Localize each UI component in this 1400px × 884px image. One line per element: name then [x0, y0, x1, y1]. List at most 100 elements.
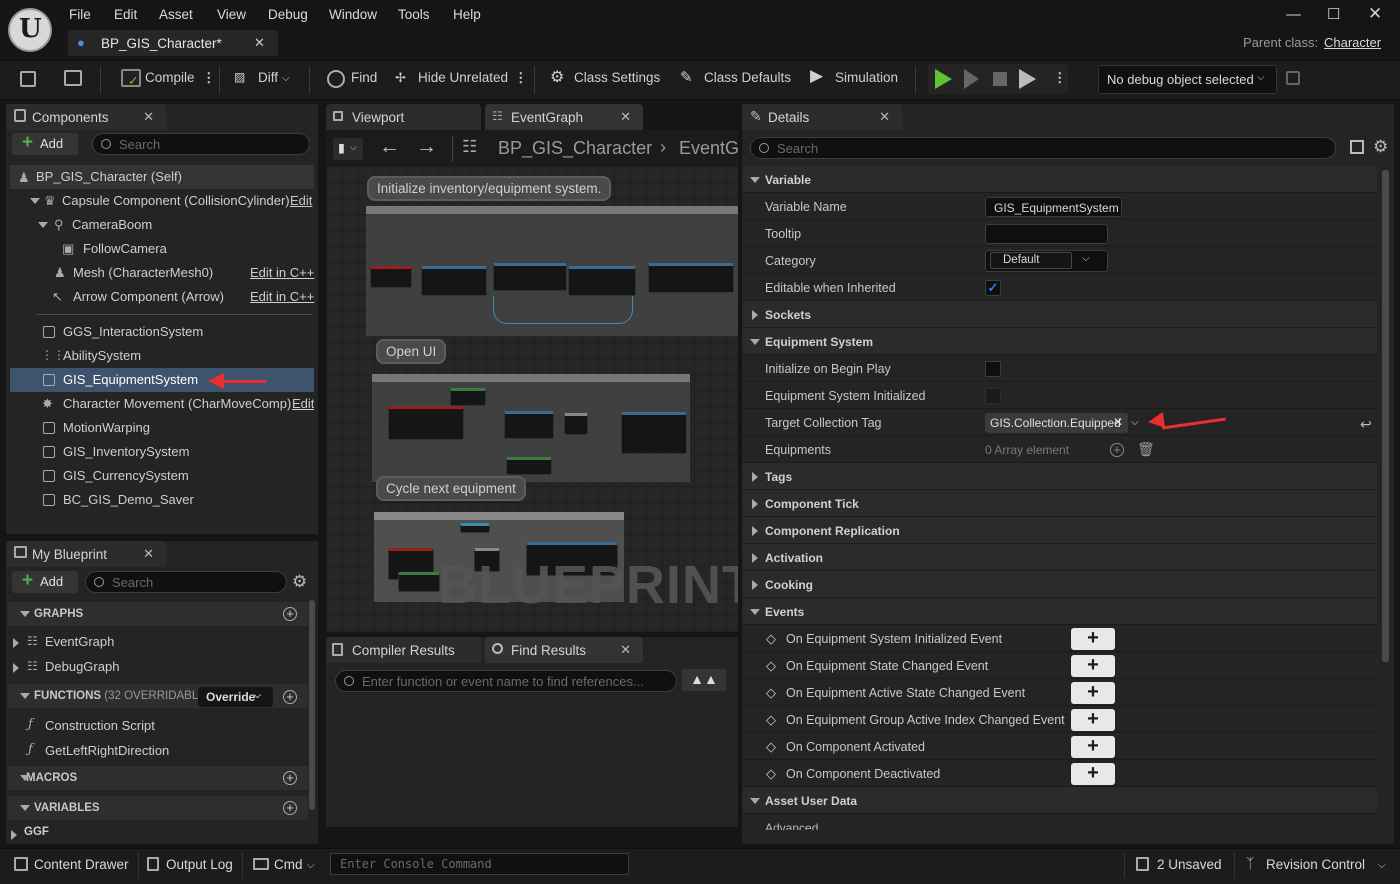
cooking-section[interactable]: Cooking — [743, 571, 1377, 598]
more-options-icon[interactable]: ⋮ — [514, 70, 528, 86]
unreal-logo-icon[interactable]: U — [8, 8, 52, 52]
events-section[interactable]: Events — [743, 598, 1377, 625]
close-tab-icon[interactable]: ✕ — [254, 35, 265, 51]
menu-asset[interactable]: Asset — [159, 7, 193, 22]
diff-button[interactable]: Diff — [258, 70, 278, 85]
add-event-button[interactable]: + — [1071, 736, 1115, 758]
tree-item-mesh[interactable]: ♟ Mesh (CharacterMesh0) Edit in C++ — [10, 261, 314, 285]
content-drawer-button[interactable]: Content Drawer — [34, 857, 129, 872]
chevron-down-icon[interactable]: ⌵ — [307, 860, 315, 871]
chevron-down-icon[interactable]: ⌵ — [1131, 417, 1139, 428]
menu-help[interactable]: Help — [453, 7, 481, 22]
document-tab[interactable]: ● BP_GIS_Character* ✕ — [68, 30, 278, 56]
unsaved-button[interactable]: 2 Unsaved — [1157, 857, 1222, 872]
chevron-down-icon[interactable]: ⌵ — [282, 73, 290, 84]
find-results-tab[interactable]: Find Results ✕ — [485, 637, 643, 663]
menu-tools[interactable]: Tools — [398, 7, 430, 22]
variables-section[interactable]: VARIABLES — [8, 796, 308, 820]
gameplay-tag-chip[interactable]: GIS.Collection.Equipped ✕ — [985, 413, 1128, 433]
add-event-button[interactable]: + — [1071, 628, 1115, 650]
simulation-button[interactable]: Simulation — [835, 70, 898, 85]
class-defaults-button[interactable]: Class Defaults — [704, 70, 791, 85]
tree-item-ability[interactable]: ⋮⋮ AbilitySystem — [10, 344, 314, 368]
init-begin-play-checkbox[interactable] — [985, 361, 1001, 377]
graph-node[interactable] — [504, 411, 554, 439]
add-event-button[interactable]: + — [1071, 682, 1115, 704]
add-graph-icon[interactable]: + — [283, 607, 297, 621]
function-item-getleftright[interactable]: ƒ GetLeftRightDirection — [8, 739, 308, 763]
reset-default-icon[interactable]: ↩ — [1360, 416, 1372, 433]
chevron-down-icon[interactable]: ⌵ — [1378, 860, 1386, 871]
menu-window[interactable]: Window — [329, 7, 377, 22]
trash-icon[interactable]: 🗑 — [1137, 441, 1155, 458]
close-icon[interactable]: ✕ — [143, 546, 154, 562]
tree-item-demo-saver[interactable]: BC_GIS_Demo_Saver — [10, 488, 314, 512]
components-tab[interactable]: Components ✕ — [6, 104, 166, 130]
graph-canvas[interactable]: BLUEPRINT — [326, 166, 738, 632]
compiler-results-tab[interactable]: Compiler Results — [326, 637, 481, 663]
function-item-construction[interactable]: ƒ Construction Script — [8, 714, 308, 738]
tags-section[interactable]: Tags — [743, 463, 1377, 490]
graph-node[interactable] — [370, 266, 412, 288]
edit-in-cpp-link[interactable]: Edit in C++ — [250, 289, 314, 304]
add-member-button[interactable]: Add — [12, 570, 78, 593]
category-combo[interactable]: Default ⌵ — [985, 250, 1108, 272]
graph-node[interactable] — [648, 263, 734, 293]
close-window-icon[interactable]: ✕ — [1368, 4, 1382, 24]
tree-item-ggs-interaction[interactable]: GGS_InteractionSystem — [10, 320, 314, 344]
back-arrow-icon[interactable]: ← — [379, 135, 400, 159]
play-icon[interactable] — [935, 69, 952, 89]
save-icon[interactable] — [20, 71, 36, 87]
tree-item-cameraboom[interactable]: ⚲ CameraBoom — [10, 213, 314, 237]
graph-node[interactable] — [450, 388, 486, 406]
table-view-icon[interactable] — [1350, 140, 1364, 154]
tree-item-gis-inventory[interactable]: GIS_InventorySystem — [10, 440, 314, 464]
variable-category-ggf[interactable]: GGF — [8, 822, 308, 846]
graph-item-debuggraph[interactable]: ☷ DebugGraph — [8, 655, 308, 679]
component-tick-section[interactable]: Component Tick — [743, 490, 1377, 517]
close-icon[interactable]: ✕ — [879, 109, 890, 125]
tree-item-char-movement[interactable]: ✸ Character Movement (CharMoveComp) Edit — [10, 392, 314, 416]
cmd-button[interactable]: Cmd — [274, 857, 303, 872]
graph-item-eventgraph[interactable]: ☷ EventGraph — [8, 630, 308, 654]
macros-section[interactable]: MACROS — [8, 766, 308, 790]
menu-edit[interactable]: Edit — [114, 7, 137, 22]
add-variable-icon[interactable]: + — [283, 801, 297, 815]
eject-icon[interactable] — [1019, 69, 1036, 89]
variable-name-input[interactable]: GIS_EquipmentSystem — [985, 197, 1122, 217]
components-search-input[interactable]: Search — [92, 133, 310, 155]
output-log-button[interactable]: Output Log — [166, 857, 233, 872]
my-blueprint-scrollbar[interactable] — [309, 600, 315, 810]
class-settings-button[interactable]: Class Settings — [574, 70, 660, 85]
forward-arrow-icon[interactable]: → — [416, 135, 437, 159]
graph-node[interactable] — [460, 523, 490, 533]
override-dropdown[interactable]: Override ⌵ — [198, 687, 273, 707]
graph-node[interactable] — [421, 266, 487, 296]
tree-item-arrow[interactable]: ↖ Arrow Component (Arrow) Edit in C++ — [10, 285, 314, 309]
tree-item-capsule[interactable]: ♛ Capsule Component (CollisionCylinder) Ed… — [10, 189, 314, 213]
console-command-input[interactable]: Enter Console Command — [330, 853, 629, 875]
tooltip-input[interactable] — [985, 224, 1108, 244]
component-replication-section[interactable]: Component Replication — [743, 517, 1377, 544]
find-references-input[interactable]: Enter function or event name to find ref… — [335, 670, 677, 692]
comment-initialize[interactable]: Initialize inventory/equipment system. — [367, 176, 612, 201]
graph-node[interactable] — [568, 266, 636, 296]
tree-item-gis-currency[interactable]: GIS_CurrencySystem — [10, 464, 314, 488]
details-search-input[interactable]: Search — [750, 137, 1336, 159]
menu-view[interactable]: View — [217, 7, 246, 22]
comment-cycle-next[interactable]: Cycle next equipment — [376, 476, 526, 501]
find-button[interactable]: Find — [351, 70, 377, 85]
graph-node[interactable] — [493, 263, 567, 291]
add-function-icon[interactable]: + — [283, 690, 297, 704]
add-component-button[interactable]: Add — [12, 132, 78, 155]
graphs-section[interactable]: GRAPHS — [8, 602, 308, 626]
graph-node[interactable] — [621, 412, 687, 454]
close-icon[interactable]: ✕ — [143, 109, 154, 125]
add-macro-icon[interactable]: + — [283, 771, 297, 785]
hide-unrelated-button[interactable]: Hide Unrelated — [418, 70, 508, 85]
compile-options-icon[interactable]: ⋮ — [202, 70, 216, 86]
equipment-system-section[interactable]: Equipment System — [743, 328, 1377, 355]
breadcrumb-current[interactable]: EventG — [679, 138, 738, 159]
play-options-icon[interactable]: ⋮ — [1053, 70, 1067, 86]
browse-icon[interactable] — [64, 70, 82, 86]
